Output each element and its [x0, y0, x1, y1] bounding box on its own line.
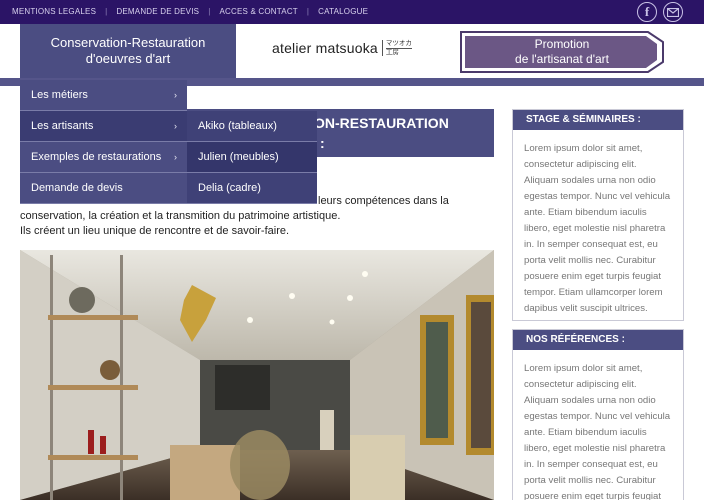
- chevron-right-icon: ›: [174, 152, 177, 162]
- menu-item-les-metiers[interactable]: Les métiers ›: [20, 80, 187, 111]
- promo-line-1: Promotion: [534, 37, 590, 51]
- page-title-line-2: :: [320, 135, 325, 151]
- submenu-item-julien[interactable]: Julien (meubles): [187, 142, 317, 173]
- stage-seminaires-text: Lorem ipsum dolor sit amet, consectetur …: [524, 143, 671, 314]
- envelope-icon: [667, 7, 679, 17]
- facebook-icon[interactable]: f: [637, 2, 657, 22]
- nos-references-title: NOS RÉFÉRENCES :: [513, 330, 683, 350]
- logo-jp-line-2: 工房: [385, 47, 412, 56]
- submenu-item-label: Delia (cadre): [198, 182, 261, 194]
- chevron-right-icon: ›: [174, 90, 177, 100]
- top-bar: MENTIONS LEGALES | DEMANDE DE DEVIS | AC…: [0, 0, 704, 24]
- facebook-glyph: f: [644, 4, 650, 19]
- brand-line-2: d'oeuvres d'art: [85, 51, 171, 66]
- submenu-item-label: Akiko (tableaux): [198, 120, 277, 132]
- submenu-item-label: Julien (meubles): [198, 151, 279, 163]
- page-title-line-1: ON-RESTAURATION: [314, 115, 449, 131]
- link-demande-de-devis[interactable]: DEMANDE DE DEVIS: [116, 7, 199, 16]
- intro-text-line-1: leurs compétences dans la: [318, 195, 449, 207]
- link-acces-contact[interactable]: ACCES & CONTACT: [219, 7, 297, 16]
- separator: |: [306, 7, 310, 16]
- main-dropdown-menu: Les métiers › Les artisants › Exemples d…: [20, 80, 187, 204]
- logo-jp-line-1: マツオカ: [385, 40, 412, 48]
- promo-text: Promotion de l'artisanat d'art: [460, 31, 664, 73]
- top-links: MENTIONS LEGALES | DEMANDE DE DEVIS | AC…: [12, 7, 368, 16]
- logo-jp: マツオカ 工房: [381, 40, 412, 56]
- workshop-photo-illustration: [20, 250, 494, 500]
- workshop-photo: [20, 250, 494, 500]
- chevron-right-icon: ›: [174, 121, 177, 131]
- site-logo[interactable]: atelier matsuoka マツオカ 工房: [272, 40, 412, 56]
- submenu-item-akiko[interactable]: Akiko (tableaux): [187, 111, 317, 142]
- separator: |: [105, 7, 108, 16]
- nos-references-panel: NOS RÉFÉRENCES : Lorem ipsum dolor sit a…: [512, 329, 684, 500]
- promo-badge[interactable]: Promotion de l'artisanat d'art: [460, 31, 664, 73]
- menu-item-exemples-de-restaurations[interactable]: Exemples de restaurations ›: [20, 142, 187, 173]
- intro-text-line-3: Ils créent un lieu unique de rencontre e…: [20, 225, 290, 237]
- nos-references-text: Lorem ipsum dolor sit amet, consectetur …: [524, 363, 671, 500]
- promo-line-2: de l'artisanat d'art: [515, 52, 609, 66]
- mail-icon[interactable]: [663, 2, 683, 22]
- link-catalogue[interactable]: CATALOGUE: [318, 7, 368, 16]
- separator: |: [208, 7, 211, 16]
- submenu-item-delia[interactable]: Delia (cadre): [187, 173, 317, 204]
- menu-item-les-artisants[interactable]: Les artisants ›: [20, 111, 187, 142]
- menu-item-label: Demande de devis: [31, 182, 123, 194]
- menu-item-demande-de-devis[interactable]: Demande de devis: [20, 173, 187, 204]
- link-mentions-legales[interactable]: MENTIONS LEGALES: [12, 7, 96, 16]
- menu-item-label: Exemples de restaurations: [31, 151, 162, 163]
- intro-text-line-2: conservation, la création et la transmit…: [20, 210, 341, 222]
- menu-item-label: Les métiers: [31, 89, 88, 101]
- brand-line-1: Conservation-Restauration: [50, 35, 206, 51]
- logo-text: atelier matsuoka: [272, 40, 378, 56]
- stage-seminaires-panel: STAGE & SÉMINAIRES : Lorem ipsum dolor s…: [512, 109, 684, 321]
- brand-block[interactable]: Conservation-Restauration d'oeuvres d'ar…: [20, 24, 236, 78]
- stage-seminaires-title: STAGE & SÉMINAIRES :: [513, 110, 683, 130]
- menu-item-label: Les artisants: [31, 120, 94, 132]
- artisans-submenu: Akiko (tableaux) Julien (meubles) Delia …: [187, 111, 317, 204]
